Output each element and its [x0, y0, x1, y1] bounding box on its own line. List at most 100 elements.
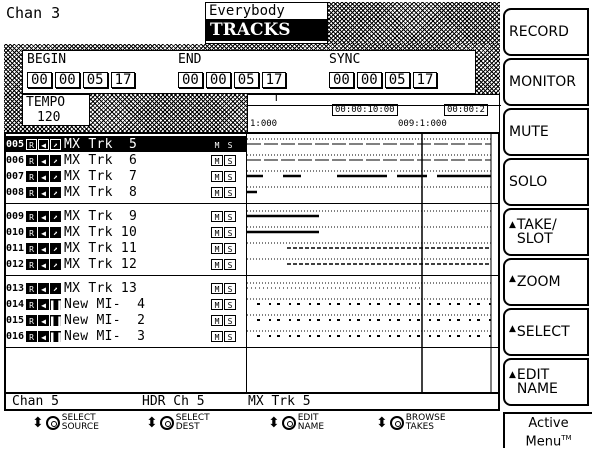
track-name[interactable]: MX Trk 8 — [64, 185, 210, 200]
begin-mm[interactable]: 00 — [54, 72, 80, 88]
solo-button[interactable]: S — [224, 314, 236, 326]
track-name[interactable]: MX Trk 5 — [64, 137, 210, 152]
end-mm[interactable]: 00 — [205, 72, 231, 88]
timeline-ruler[interactable]: T 00:00:10:00 00:00:2 1:000 009:1:000 — [247, 91, 501, 132]
record-button[interactable]: R — [26, 154, 37, 166]
record-button[interactable]: R — [26, 138, 37, 150]
track-row[interactable]: 010 R ◀ ⬈ MX Trk 10 M S — [6, 224, 246, 240]
input-icon[interactable]: ◀ — [38, 282, 49, 294]
record-button[interactable]: R — [26, 226, 37, 238]
begin-ff[interactable]: 17 — [110, 72, 136, 88]
record-button[interactable]: R — [26, 210, 37, 222]
end-hh[interactable]: 00 — [178, 72, 203, 88]
mute-button[interactable]: M — [211, 138, 223, 150]
record-button[interactable]: R — [26, 282, 37, 294]
input-icon[interactable]: ◀ — [38, 298, 49, 310]
solo-button[interactable]: S — [224, 210, 236, 222]
tempo-box[interactable]: TEMPO 120 — [22, 94, 90, 126]
record-button[interactable]: R — [26, 258, 37, 270]
track-row[interactable]: 013 R ◀ ⬈ MX Trk 13 M S — [6, 280, 246, 296]
input-icon[interactable]: ◀ — [38, 210, 49, 222]
mute-button[interactable]: M — [211, 170, 223, 182]
solo-button[interactable]: S — [224, 330, 236, 342]
solo-button[interactable]: S — [224, 226, 236, 238]
input-icon[interactable]: ◀ — [38, 138, 49, 150]
input-icon[interactable]: ◀ — [38, 258, 49, 270]
active-menu-button[interactable]: Active MenuTM — [503, 412, 592, 449]
input-icon[interactable]: ◀ — [38, 314, 49, 326]
record-button[interactable]: R — [26, 314, 37, 326]
track-name[interactable]: MX Trk 9 — [64, 209, 210, 224]
sync-ss[interactable]: 05 — [384, 72, 410, 88]
solo-button[interactable]: S — [224, 154, 236, 166]
softkey-take-slot[interactable]: ▲ TAKE/ SLOT — [503, 208, 589, 256]
sync-ff[interactable]: 17 — [412, 72, 438, 88]
mute-button[interactable]: M — [211, 298, 223, 310]
mute-button[interactable]: M — [211, 210, 223, 222]
encoder-edit-name[interactable]: ⬍ EDIT NAME — [268, 414, 324, 432]
mute-button[interactable]: M — [211, 330, 223, 342]
record-button[interactable]: R — [26, 298, 37, 310]
input-icon[interactable]: ◀ — [38, 186, 49, 198]
mute-button[interactable]: M — [211, 258, 223, 270]
end-timecode[interactable]: 00 00 05 17 — [178, 69, 289, 88]
track-row[interactable]: 008 R ◀ ⬈ MX Trk 8MS — [6, 184, 246, 200]
softkey-edit-name[interactable]: ▲ EDIT NAME — [503, 358, 589, 406]
track-name[interactable]: New MI- 2 — [64, 313, 210, 328]
encoder-select-source[interactable]: ⬍ SELECT SOURCE — [32, 414, 99, 432]
softkey-mute[interactable]: MUTE — [503, 108, 589, 156]
solo-button[interactable]: S — [224, 138, 236, 150]
end-ff[interactable]: 17 — [261, 72, 287, 88]
solo-button[interactable]: S — [224, 258, 236, 270]
end-ss[interactable]: 05 — [233, 72, 259, 88]
track-row[interactable]: 014 R ◀ ▌▐ New MI- 4MS — [6, 296, 246, 312]
solo-button[interactable]: S — [224, 186, 236, 198]
mute-button[interactable]: M — [211, 282, 223, 294]
input-icon[interactable]: ◀ — [38, 170, 49, 182]
solo-button[interactable]: S — [224, 282, 236, 294]
track-name[interactable]: MX Trk 13 — [64, 281, 210, 296]
record-button[interactable]: R — [26, 330, 37, 342]
track-name[interactable]: MX Trk 11 — [64, 241, 210, 256]
begin-hh[interactable]: 00 — [27, 72, 52, 88]
timeline-area[interactable] — [247, 134, 499, 392]
track-name[interactable]: New MI- 3 — [64, 329, 210, 344]
input-icon[interactable]: ◀ — [38, 154, 49, 166]
sync-timecode[interactable]: 00 00 05 17 — [329, 69, 440, 88]
input-icon[interactable]: ◀ — [38, 330, 49, 342]
mute-button[interactable]: M — [211, 314, 223, 326]
track-row[interactable]: 012 R ◀ ⬈ MX Trk 12 M S — [6, 256, 246, 272]
track-row[interactable]: 009 R ◀ ⬈ MX Trk 9MS — [6, 208, 246, 224]
track-name[interactable]: MX Trk 10 — [64, 225, 210, 240]
softkey-zoom[interactable]: ▲ ZOOM — [503, 258, 589, 306]
softkey-solo[interactable]: SOLO — [503, 158, 589, 206]
track-name[interactable]: MX Trk 7 — [64, 169, 210, 184]
track-row[interactable]: 016 R ◀ ▌▐ New MI- 3MS — [6, 328, 246, 344]
solo-button[interactable]: S — [224, 170, 236, 182]
sync-hh[interactable]: 00 — [329, 72, 354, 88]
encoder-select-dest[interactable]: ⬍ SELECT DEST — [146, 414, 210, 432]
record-button[interactable]: R — [26, 170, 37, 182]
softkey-select[interactable]: ▲ SELECT — [503, 308, 589, 356]
begin-ss[interactable]: 05 — [82, 72, 108, 88]
mute-button[interactable]: M — [211, 226, 223, 238]
track-row[interactable]: 007 R ◀ ⬈ MX Trk 7MS — [6, 168, 246, 184]
encoder-browse-takes[interactable]: ⬍ BROWSE TAKES — [376, 414, 446, 432]
softkey-monitor[interactable]: MONITOR — [503, 58, 589, 106]
solo-button[interactable]: S — [224, 242, 236, 254]
track-name[interactable]: MX Trk 12 — [64, 257, 210, 272]
record-button[interactable]: R — [26, 186, 37, 198]
mute-button[interactable]: M — [211, 154, 223, 166]
softkey-record[interactable]: RECORD — [503, 8, 589, 56]
track-row[interactable]: 011 R ◀ ⬈ MX Trk 11 M S — [6, 240, 246, 256]
track-row[interactable]: 005 R ◀ ⬈ MX Trk 5MS — [6, 136, 246, 152]
input-icon[interactable]: ◀ — [38, 242, 49, 254]
solo-button[interactable]: S — [224, 298, 236, 310]
mute-button[interactable]: M — [211, 186, 223, 198]
mute-button[interactable]: M — [211, 242, 223, 254]
input-icon[interactable]: ◀ — [38, 226, 49, 238]
begin-timecode[interactable]: 00 00 05 17 — [27, 69, 138, 88]
track-row[interactable]: 006 R ◀ ⬈ MX Trk 6MS — [6, 152, 246, 168]
record-button[interactable]: R — [26, 242, 37, 254]
track-name[interactable]: MX Trk 6 — [64, 153, 210, 168]
